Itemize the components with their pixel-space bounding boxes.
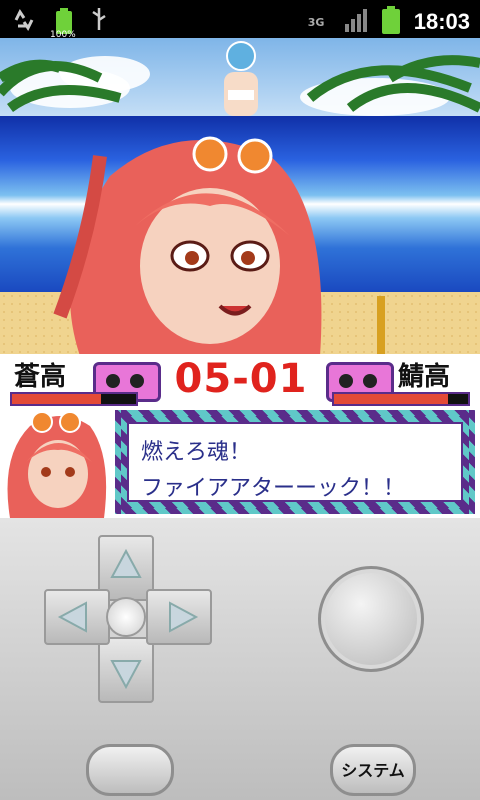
score: 05-01 — [174, 356, 308, 402]
left-hp-bar — [10, 392, 138, 406]
dialog-text-area: 燃えろ魂！ ファイアアターーック！！ — [127, 422, 463, 502]
dpad-left-icon — [57, 601, 87, 633]
dpad-left-button[interactable] — [44, 589, 110, 645]
recycle-icon — [10, 6, 38, 36]
dialog-area: 燃えろ魂！ ファイアアターーック！！ — [0, 406, 480, 518]
dpad-right-button[interactable] — [146, 589, 212, 645]
server-character — [224, 41, 258, 116]
dpad-down-button[interactable] — [98, 637, 154, 703]
left-team-name: 蒼高 — [14, 362, 67, 391]
status-bar: 100% 3G 18:03 — [0, 0, 480, 40]
battery-100-icon: 100% — [50, 8, 76, 40]
character-portrait-large — [53, 136, 322, 354]
right-hp-bar — [332, 392, 470, 406]
action-button[interactable] — [318, 566, 424, 672]
right-team-name: 鯖高 — [398, 362, 451, 391]
dpad-down-icon — [110, 660, 142, 690]
scoreboard: 蒼高 05-01 鯖高 — [0, 354, 480, 406]
palm-tree-left — [0, 59, 122, 113]
battery-icon — [381, 6, 400, 38]
dpad-right-icon — [169, 601, 199, 633]
system-button[interactable]: システム — [330, 744, 416, 796]
usb-icon — [90, 6, 108, 36]
net-pole — [377, 296, 385, 354]
palm-tree-right — [306, 55, 480, 113]
dpad — [44, 535, 212, 703]
system-button-label: システム — [341, 761, 405, 780]
dialog-line-1: 燃えろ魂！ — [141, 440, 252, 465]
left-hp-fill — [12, 394, 102, 404]
left-pill-button[interactable] — [86, 744, 174, 796]
signal-icon — [344, 8, 368, 36]
dpad-center — [106, 597, 146, 637]
network-3g-icon: 3G — [307, 15, 325, 29]
speaker-portrait — [0, 406, 112, 518]
clock: 18:03 — [413, 9, 470, 34]
dialog-box[interactable]: 燃えろ魂！ ファイアアターーック！！ — [115, 410, 475, 514]
right-hp-fill — [334, 394, 448, 404]
beach-scene — [0, 38, 480, 354]
dialog-line-2: ファイアアターーック！！ — [141, 476, 406, 501]
